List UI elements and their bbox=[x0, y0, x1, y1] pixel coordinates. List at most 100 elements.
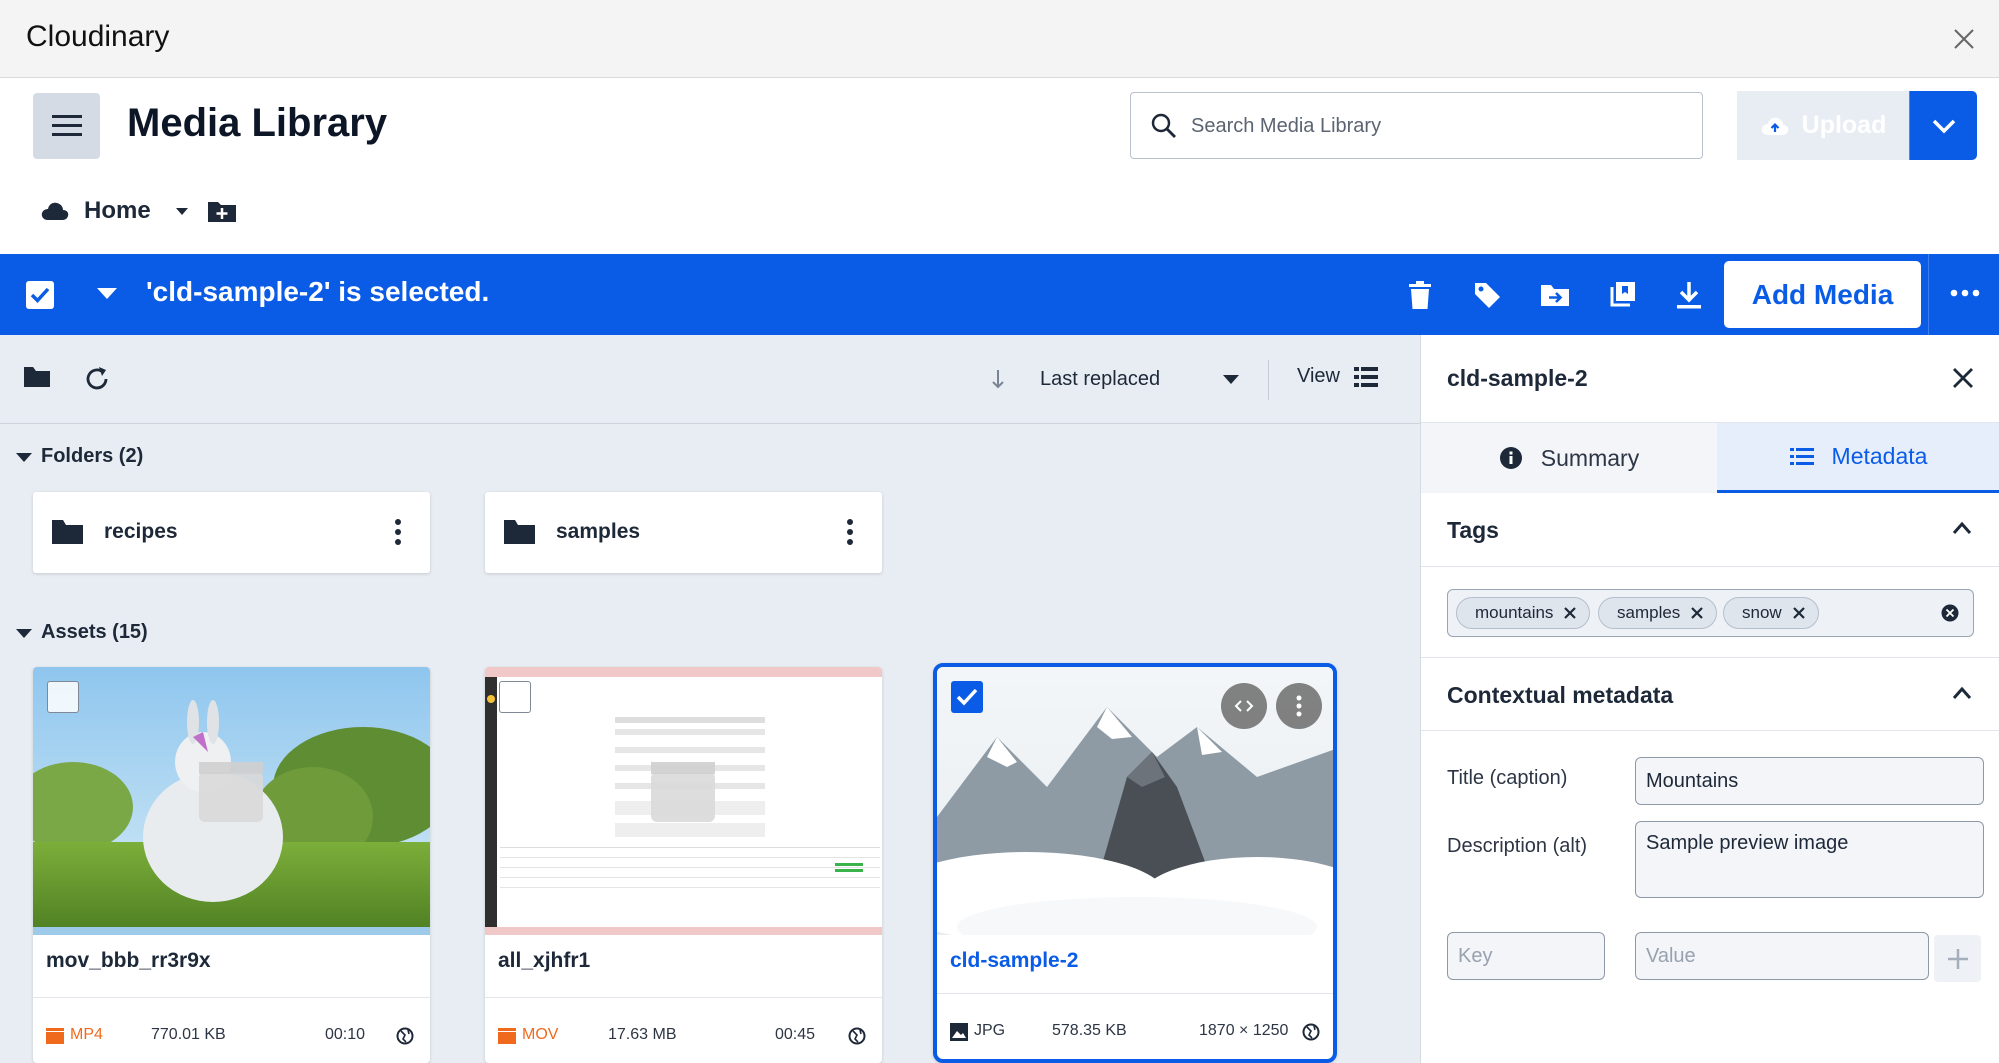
sort-label: Last replaced bbox=[1040, 367, 1161, 390]
window-titlebar: Cloudinary bbox=[0, 0, 1999, 78]
tag-label: mountains bbox=[1475, 603, 1554, 622]
asset-name: mov_bbb_rr3r9x bbox=[46, 949, 211, 972]
kebab-menu-icon bbox=[1296, 695, 1302, 717]
details-tabs: Summary Metadata bbox=[1421, 423, 1999, 493]
delete-button[interactable] bbox=[1403, 278, 1437, 312]
metadata-list-icon bbox=[1789, 447, 1814, 465]
list-view-icon bbox=[1354, 366, 1378, 387]
asset-card-selected[interactable]: cld-sample-2 JPG 578.35 KB 1870 × 1250 bbox=[933, 663, 1337, 1063]
caret-down-icon[interactable] bbox=[175, 206, 189, 216]
download-button[interactable] bbox=[1672, 278, 1706, 312]
image-icon bbox=[950, 1023, 968, 1041]
asset-meta: MP4 770.01 KB 00:10 bbox=[33, 997, 430, 1063]
tag-chip: samples bbox=[1598, 597, 1718, 629]
search-input[interactable] bbox=[1191, 109, 1671, 143]
remove-tag-icon[interactable] bbox=[1792, 606, 1806, 620]
cloud-icon bbox=[41, 202, 69, 220]
selection-bar-divider bbox=[1928, 254, 1929, 335]
hamburger-menu-button[interactable] bbox=[33, 93, 100, 159]
custom-value-field[interactable] bbox=[1635, 932, 1929, 980]
close-icon[interactable] bbox=[1952, 367, 1974, 389]
plus-icon bbox=[1947, 948, 1968, 969]
title-field-label: Title (caption) bbox=[1447, 767, 1568, 789]
asset-meta: JPG 578.35 KB 1870 × 1250 bbox=[937, 993, 1333, 1059]
add-media-button[interactable]: Add Media bbox=[1724, 261, 1921, 328]
asset-select-checkbox[interactable] bbox=[47, 681, 79, 713]
selection-status: 'cld-sample-2' is selected. bbox=[146, 276, 490, 307]
description-field[interactable]: Sample preview image bbox=[1635, 821, 1984, 898]
view-label: View bbox=[1297, 365, 1340, 387]
move-button[interactable] bbox=[1538, 278, 1572, 312]
folder-card[interactable]: recipes bbox=[33, 492, 430, 573]
select-all-checkbox[interactable] bbox=[26, 281, 54, 309]
tag-button[interactable] bbox=[1470, 278, 1504, 312]
add-metadata-button[interactable] bbox=[1934, 935, 1981, 982]
video-thumbnail-image bbox=[33, 667, 430, 935]
kebab-menu-icon[interactable] bbox=[846, 518, 854, 546]
assets-header: Assets (15) bbox=[41, 621, 148, 643]
folder-icon bbox=[504, 520, 535, 544]
clear-tags-icon[interactable] bbox=[1941, 604, 1959, 622]
asset-thumbnail bbox=[937, 667, 1333, 935]
upload-dropdown-button[interactable] bbox=[1910, 91, 1977, 160]
assets-section-toggle[interactable]: Assets (15) bbox=[15, 621, 148, 644]
contextual-heading: Contextual metadata bbox=[1447, 682, 1674, 708]
folder-card[interactable]: samples bbox=[485, 492, 882, 573]
asset-size: 17.63 MB bbox=[608, 1026, 677, 1043]
tags-heading: Tags bbox=[1447, 517, 1499, 543]
folder-toggle-icon[interactable] bbox=[23, 365, 51, 389]
asset-name: all_xjhfr1 bbox=[498, 949, 591, 972]
asset-format: JPG bbox=[974, 1022, 1006, 1039]
custom-key-field[interactable] bbox=[1447, 932, 1605, 980]
tags-input[interactable]: mountains samples snow bbox=[1447, 589, 1974, 637]
kebab-menu-icon[interactable] bbox=[394, 518, 402, 546]
folders-section-toggle[interactable]: Folders (2) bbox=[15, 445, 143, 468]
mountain-image bbox=[937, 667, 1333, 935]
asset-duration: 00:10 bbox=[325, 1026, 366, 1043]
tags-section-header[interactable]: Tags bbox=[1421, 493, 1999, 567]
remove-tag-icon[interactable] bbox=[1690, 606, 1704, 620]
tag-label: samples bbox=[1617, 603, 1681, 622]
remove-tag-icon[interactable] bbox=[1563, 606, 1577, 620]
asset-card[interactable]: all_xjhfr1 MOV 17.63 MB 00:45 bbox=[485, 667, 882, 1063]
info-icon bbox=[1499, 447, 1522, 469]
search-box[interactable] bbox=[1130, 92, 1703, 159]
sort-control[interactable]: Last replaced bbox=[990, 359, 1240, 399]
tab-summary[interactable]: Summary bbox=[1421, 423, 1717, 493]
page-title: Media Library bbox=[127, 101, 388, 145]
refresh-icon[interactable] bbox=[83, 365, 111, 393]
asset-card[interactable]: mov_bbb_rr3r9x MP4 770.01 KB 00:10 bbox=[33, 667, 430, 1063]
tab-metadata[interactable]: Metadata bbox=[1717, 423, 1999, 493]
details-panel: cld-sample-2 Summary Metadata Tags mount… bbox=[1420, 335, 1999, 1063]
video-thumbnail-image bbox=[485, 667, 882, 935]
collection-button[interactable] bbox=[1605, 278, 1639, 312]
breadcrumb-home[interactable]: Home bbox=[84, 197, 151, 225]
contextual-section-header[interactable]: Contextual metadata bbox=[1421, 657, 1999, 731]
asset-menu-button[interactable] bbox=[1276, 683, 1322, 729]
upload-button[interactable]: Upload bbox=[1737, 91, 1909, 160]
window-title: Cloudinary bbox=[26, 20, 170, 53]
video-placeholder-icon bbox=[199, 762, 263, 822]
tag-label: snow bbox=[1742, 603, 1782, 622]
close-window-icon[interactable] bbox=[1949, 24, 1979, 54]
title-field[interactable] bbox=[1635, 757, 1984, 805]
collection-icon bbox=[1610, 282, 1635, 307]
sort-direction-icon[interactable] bbox=[990, 368, 1006, 390]
hamburger-icon bbox=[51, 115, 82, 136]
asset-select-checkbox[interactable] bbox=[499, 681, 531, 713]
asset-meta: MOV 17.63 MB 00:45 bbox=[485, 997, 882, 1063]
view-toggle-button[interactable]: View bbox=[1297, 365, 1378, 388]
asset-select-checkbox-checked[interactable] bbox=[951, 681, 983, 713]
checkmark-icon bbox=[956, 688, 978, 706]
trash-icon bbox=[1409, 281, 1431, 309]
more-horizontal-icon[interactable] bbox=[1950, 278, 1980, 308]
new-folder-icon[interactable] bbox=[207, 198, 237, 224]
tab-summary-label: Summary bbox=[1540, 444, 1640, 471]
toolbar-divider bbox=[1268, 360, 1269, 400]
selection-dropdown-icon[interactable] bbox=[96, 286, 118, 300]
asset-duration: 00:45 bbox=[775, 1026, 816, 1043]
details-title: cld-sample-2 bbox=[1447, 365, 1588, 391]
chevron-up-icon bbox=[1952, 521, 1972, 534]
chevron-up-icon bbox=[1952, 686, 1972, 699]
embed-code-button[interactable] bbox=[1221, 683, 1267, 729]
